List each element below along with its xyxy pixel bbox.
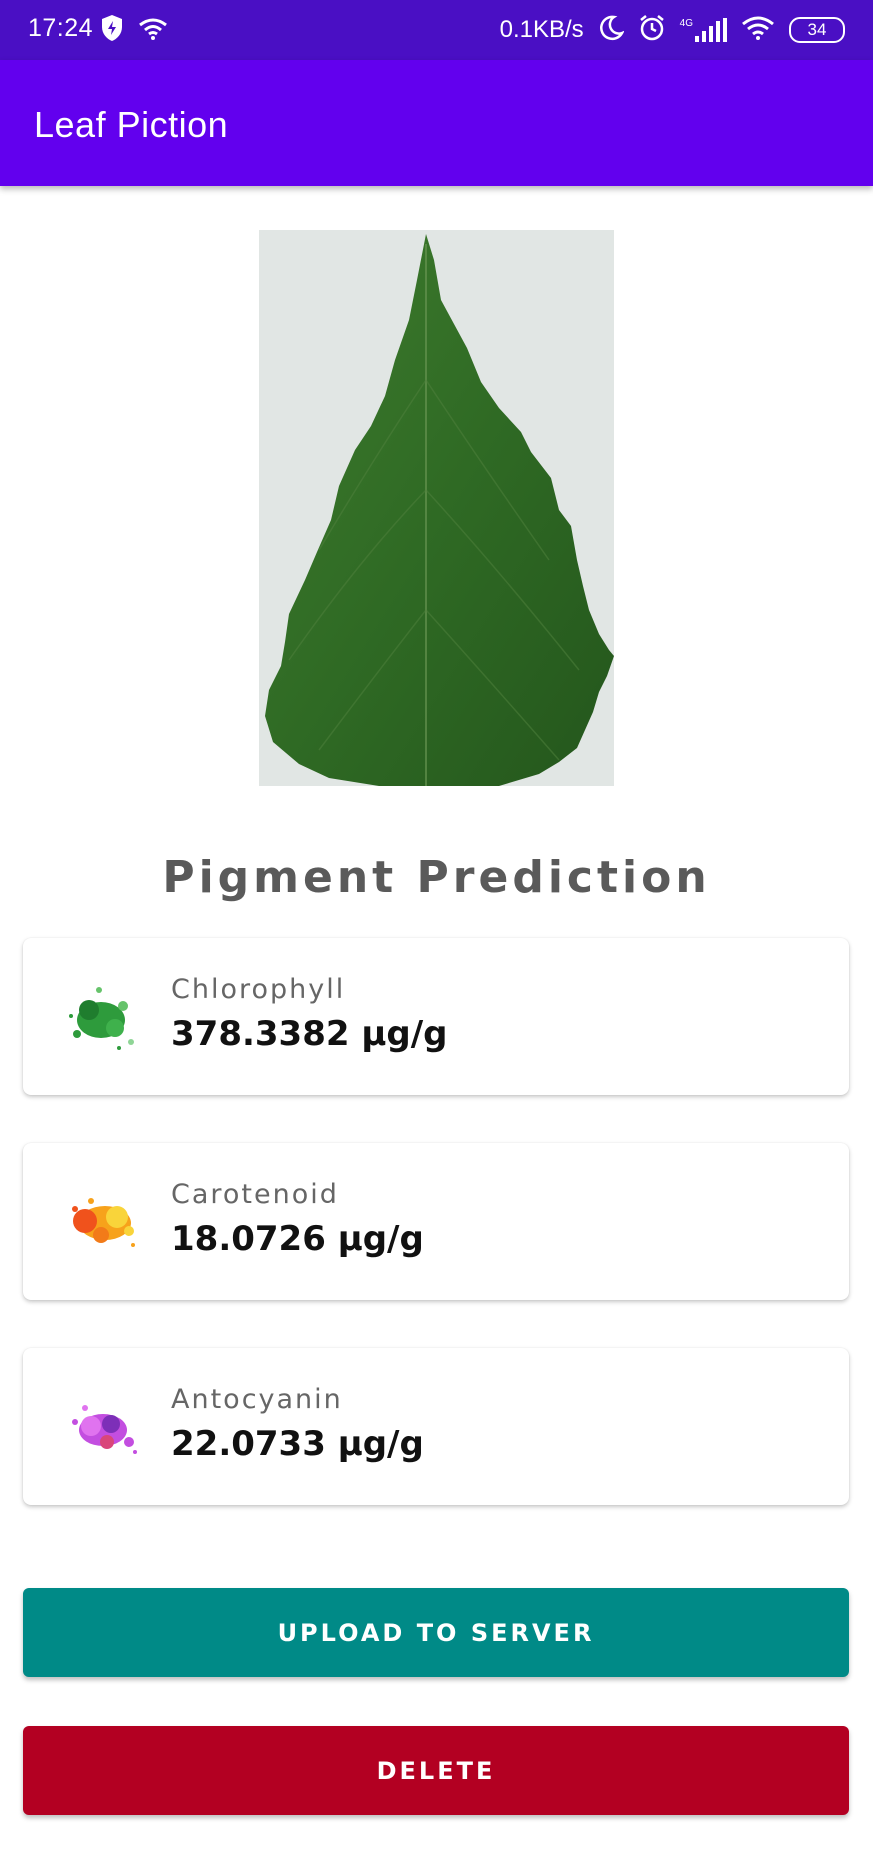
signal-icon: 4G [680,18,727,42]
battery-level: 34 [807,20,827,39]
section-title: Pigment Prediction [162,852,711,903]
leaf-image [259,230,614,786]
pigment-value: 22.0733 µg/g [171,1424,424,1464]
wifi-icon [741,16,775,45]
app-title: Leaf Piction [34,104,229,145]
app-bar: Leaf Piction [0,60,873,186]
green-splash-icon [61,976,145,1060]
pigment-value: 18.0726 µg/g [171,1219,424,1259]
pigment-card-chlorophyll: Chlorophyll 378.3382 µg/g [23,938,849,1095]
delete-button[interactable]: DELETE [23,1726,849,1815]
shield-icon [100,14,124,47]
pigment-value: 378.3382 µg/g [171,1014,448,1054]
pigment-name: Antocyanin [171,1384,343,1415]
purple-splash-icon [61,1386,145,1470]
status-bar: 17:24 0.1KB/s 4G 34 [0,0,873,60]
upload-to-server-button[interactable]: UPLOAD TO SERVER [23,1588,849,1677]
pigment-card-carotenoid: Carotenoid 18.0726 µg/g [23,1143,849,1300]
battery-icon: 34 [789,17,845,43]
alarm-icon [638,14,666,47]
pigment-name: Chlorophyll [171,974,346,1005]
pigment-card-antocyanin: Antocyanin 22.0733 µg/g [23,1348,849,1505]
wifi-icon [138,18,168,45]
orange-splash-icon [61,1181,145,1265]
moon-icon [598,15,625,46]
network-type: 4G [679,18,693,29]
network-speed: 0.1KB/s [499,16,584,43]
pigment-name: Carotenoid [171,1179,339,1210]
status-time: 17:24 [28,14,94,42]
status-right-group: 0.1KB/s 4G 34 [500,12,845,48]
